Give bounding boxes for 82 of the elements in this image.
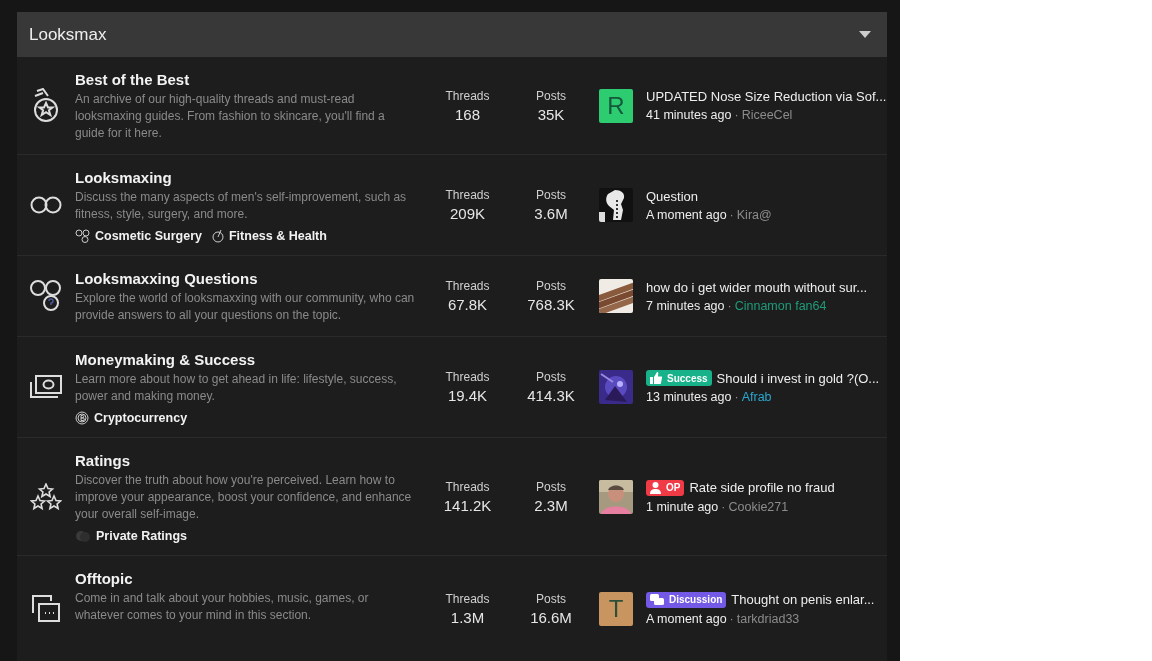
thread-link[interactable]: Should i invest in gold ?(O... xyxy=(716,370,880,386)
separator-dot: · xyxy=(721,499,726,514)
post-time: 13 minutes ago xyxy=(646,390,732,404)
stat-value: 2.3M xyxy=(534,496,568,514)
stat-value: 1.3M xyxy=(450,608,485,626)
category-header[interactable]: Looksmax xyxy=(17,12,887,57)
caret-icon xyxy=(859,31,871,38)
rings-icon xyxy=(29,196,63,214)
separator-dot: · xyxy=(729,611,734,626)
post-time: 1 minute ago xyxy=(646,499,719,514)
stat-value: 67.8K xyxy=(447,296,488,313)
separator-dot: · xyxy=(734,108,739,122)
thread-link[interactable]: Rate side profile no fraud xyxy=(689,480,835,495)
post-time: A moment ago xyxy=(646,207,727,222)
thread-link[interactable]: Thought on penis enlar... xyxy=(731,592,875,607)
stat-label: Posts xyxy=(536,591,566,606)
subforum-link[interactable]: Fitness & Health xyxy=(212,229,327,243)
stat-label: Threads xyxy=(445,370,490,384)
bubbles-icon xyxy=(75,229,90,243)
username-link[interactable]: tarkdriad33 xyxy=(736,611,800,626)
stars-icon xyxy=(30,482,62,511)
separator-dot: · xyxy=(734,390,739,404)
stat-label: Posts xyxy=(536,370,566,384)
username-link[interactable]: Cookie271 xyxy=(728,499,789,514)
forum-title[interactable]: Looksmaxxing Questions xyxy=(75,270,425,287)
forum-title[interactable]: Offtopic xyxy=(75,570,425,587)
medal-icon xyxy=(31,87,61,124)
forum-description: Discuss the many aspects of men's self-improvement, such as fitness, style, surgery, and more. xyxy=(75,189,408,223)
subforum-link[interactable]: Cosmetic Surgery xyxy=(75,229,202,243)
thread-link[interactable]: UPDATED Nose Size Reduction via Sof... xyxy=(646,89,887,104)
bubbles-icon xyxy=(29,279,63,313)
username-link[interactable]: RiceeCel xyxy=(741,108,793,122)
subforum-link[interactable]: Cryptocurrency xyxy=(75,411,188,425)
stat-label: Threads xyxy=(445,88,490,103)
coin-icon xyxy=(75,411,89,425)
category-title: Looksmax xyxy=(29,24,107,45)
stat-value: 19.4K xyxy=(447,387,488,404)
stat-value: 16.6M xyxy=(530,608,572,626)
username-link[interactable]: Cinnamon fan64 xyxy=(734,298,827,313)
stat-value: 141.2K xyxy=(443,496,492,514)
forum-title[interactable]: Ratings xyxy=(75,452,425,469)
thread-link[interactable]: Question xyxy=(646,188,699,204)
stat-label: Posts xyxy=(536,479,566,494)
thumbs-up-icon xyxy=(650,372,662,384)
subforum-link[interactable]: Private Ratings xyxy=(75,529,187,543)
stat-label: Threads xyxy=(445,591,490,606)
forum-description: Come in and talk about your hobbies, music, games, or whatever comes to your mind in this section. xyxy=(75,590,370,624)
dots-icon xyxy=(75,529,91,543)
stat-label: Threads xyxy=(445,188,490,202)
forum-title[interactable]: Looksmaxing xyxy=(75,169,425,186)
stat-label: Posts xyxy=(536,279,566,293)
user-avatar[interactable]: R xyxy=(599,88,633,123)
post-time: A moment ago xyxy=(646,611,727,626)
prefix-label[interactable]: OP xyxy=(646,479,685,496)
chat-icon xyxy=(650,593,664,606)
stat-label: Threads xyxy=(445,279,490,293)
stat-value: 414.3K xyxy=(527,387,575,404)
stat-label: Posts xyxy=(536,88,566,103)
chat-icon xyxy=(30,592,62,625)
separator-dot: · xyxy=(727,298,732,313)
username-link[interactable]: Afrab xyxy=(741,390,772,404)
person-icon xyxy=(650,481,661,494)
stat-value: 209K xyxy=(449,205,485,222)
forum-title[interactable]: Best of the Best xyxy=(75,71,425,88)
stat-value: 35K xyxy=(537,105,565,123)
username-link[interactable]: Kira@ xyxy=(736,207,772,222)
banknote-icon xyxy=(29,374,63,400)
thread-link[interactable]: how do i get wider mouth without sur... xyxy=(646,279,868,295)
forum-title[interactable]: Moneymaking & Success xyxy=(75,351,425,368)
stat-label: Threads xyxy=(445,479,490,494)
stat-value: 768.3K xyxy=(527,296,575,313)
stat-value: 3.6M xyxy=(534,205,568,222)
stat-label: Posts xyxy=(536,188,566,202)
post-time: 41 minutes ago xyxy=(646,108,732,122)
forum-description: Learn more about how to get ahead in life: lifestyle, success, power and making money. xyxy=(75,371,398,405)
forum-description: Discover the truth about how you're perceived. Learn how to improve your appearance, boost your confidence, and enhance your overall self-image. xyxy=(75,472,413,523)
stat-value: 168 xyxy=(455,105,480,123)
separator-dot: · xyxy=(729,207,734,222)
forum-description: An archive of our high-quality threads and must-read looksmaxing guides. From fashion to skincare, you'll find a guide for it here. xyxy=(75,91,386,142)
post-time: 7 minutes ago xyxy=(646,298,725,313)
forum-description: Explore the world of looksmaxxing with our community, who can provide answers to all your questions on the topic. xyxy=(75,290,416,324)
prefix-label[interactable]: Discussion xyxy=(646,591,727,608)
